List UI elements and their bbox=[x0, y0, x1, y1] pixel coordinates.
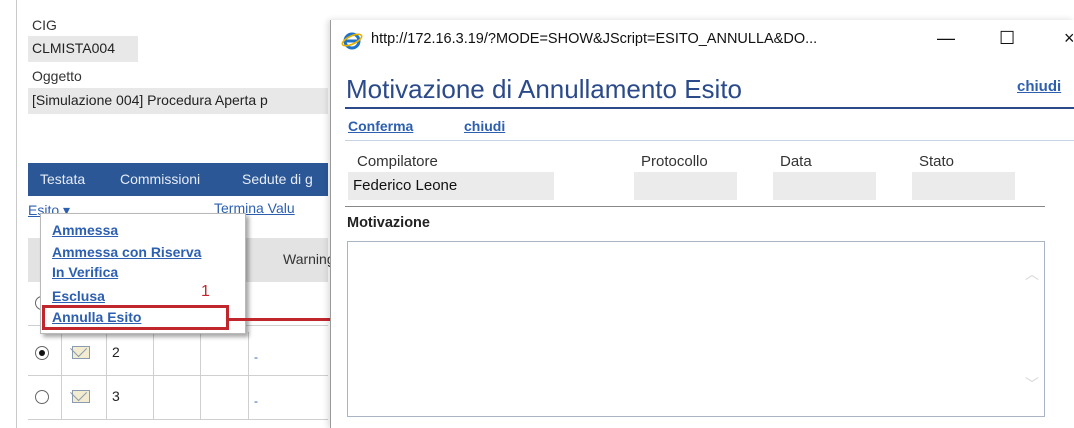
chiudi-top-link[interactable]: chiudi bbox=[1017, 78, 1061, 95]
annotation-highlight-box bbox=[42, 305, 229, 330]
row-link[interactable]: - bbox=[254, 350, 258, 364]
maximize-button[interactable]: ☐ bbox=[999, 28, 1015, 49]
oggetto-value: [Simulazione 004] Procedura Aperta p bbox=[28, 88, 328, 114]
envelope-icon[interactable] bbox=[72, 346, 90, 359]
internet-explorer-icon bbox=[341, 32, 363, 50]
data-label: Data bbox=[780, 153, 812, 170]
protocollo-field bbox=[634, 172, 737, 200]
motivazione-textarea[interactable] bbox=[347, 241, 1045, 417]
row-radio[interactable] bbox=[35, 390, 49, 404]
compilatore-field: Federico Leone bbox=[348, 172, 554, 200]
stato-field bbox=[912, 172, 1015, 200]
tab-sedute[interactable]: Sedute di g bbox=[242, 171, 313, 187]
tab-commissioni[interactable]: Commissioni bbox=[120, 171, 200, 187]
window-titlebar: http://172.16.3.19/?MODE=SHOW&JScript=ES… bbox=[331, 20, 1074, 60]
table-row: 2 - bbox=[28, 332, 328, 376]
stato-label: Stato bbox=[919, 153, 955, 170]
tab-testata[interactable]: Testata bbox=[40, 171, 85, 187]
minimize-button[interactable]: — bbox=[937, 28, 955, 49]
menu-item-in-verifica[interactable]: In Verifica bbox=[52, 264, 118, 280]
row-number: 2 bbox=[112, 344, 120, 360]
envelope-icon[interactable] bbox=[72, 390, 90, 403]
scroll-up-icon[interactable]: ︿ bbox=[1025, 264, 1039, 284]
dialog-title: Motivazione di Annullamento Esito bbox=[346, 74, 743, 104]
cig-value: CLMISTA004 bbox=[28, 36, 138, 62]
warning-column-header: Warning bbox=[283, 251, 335, 267]
compilatore-label: Compilatore bbox=[357, 153, 438, 170]
actions-divider bbox=[345, 140, 1074, 141]
annotation-step-1: 1 bbox=[201, 283, 210, 300]
chiudi-button[interactable]: chiudi bbox=[464, 118, 505, 134]
data-field bbox=[773, 172, 876, 200]
table-row: 3 - bbox=[28, 376, 328, 420]
popup-window: http://172.16.3.19/?MODE=SHOW&JScript=ES… bbox=[330, 20, 1074, 428]
row-radio-selected[interactable] bbox=[35, 346, 49, 360]
conferma-button[interactable]: Conferma bbox=[348, 118, 413, 134]
scroll-down-icon[interactable]: ﹀ bbox=[1025, 374, 1039, 394]
motivazione-label: Motivazione bbox=[347, 215, 430, 231]
cig-label: CIG bbox=[32, 17, 57, 33]
menu-item-esclusa[interactable]: Esclusa bbox=[52, 288, 105, 304]
frame-border bbox=[16, 0, 17, 428]
row-number: 3 bbox=[112, 388, 120, 404]
title-divider bbox=[345, 107, 1074, 109]
menu-item-ammessa-con-riserva[interactable]: Ammessa con Riserva bbox=[52, 244, 201, 260]
row-link[interactable]: - bbox=[254, 394, 258, 408]
oggetto-label: Oggetto bbox=[32, 68, 82, 84]
protocollo-label: Protocollo bbox=[641, 153, 708, 170]
menu-item-ammessa[interactable]: Ammessa bbox=[52, 222, 118, 238]
close-window-button[interactable]: × bbox=[1064, 28, 1074, 49]
fields-divider bbox=[345, 206, 1045, 207]
tab-bar: Testata Commissioni Sedute di g bbox=[28, 163, 328, 196]
window-url: http://172.16.3.19/?MODE=SHOW&JScript=ES… bbox=[371, 31, 818, 47]
